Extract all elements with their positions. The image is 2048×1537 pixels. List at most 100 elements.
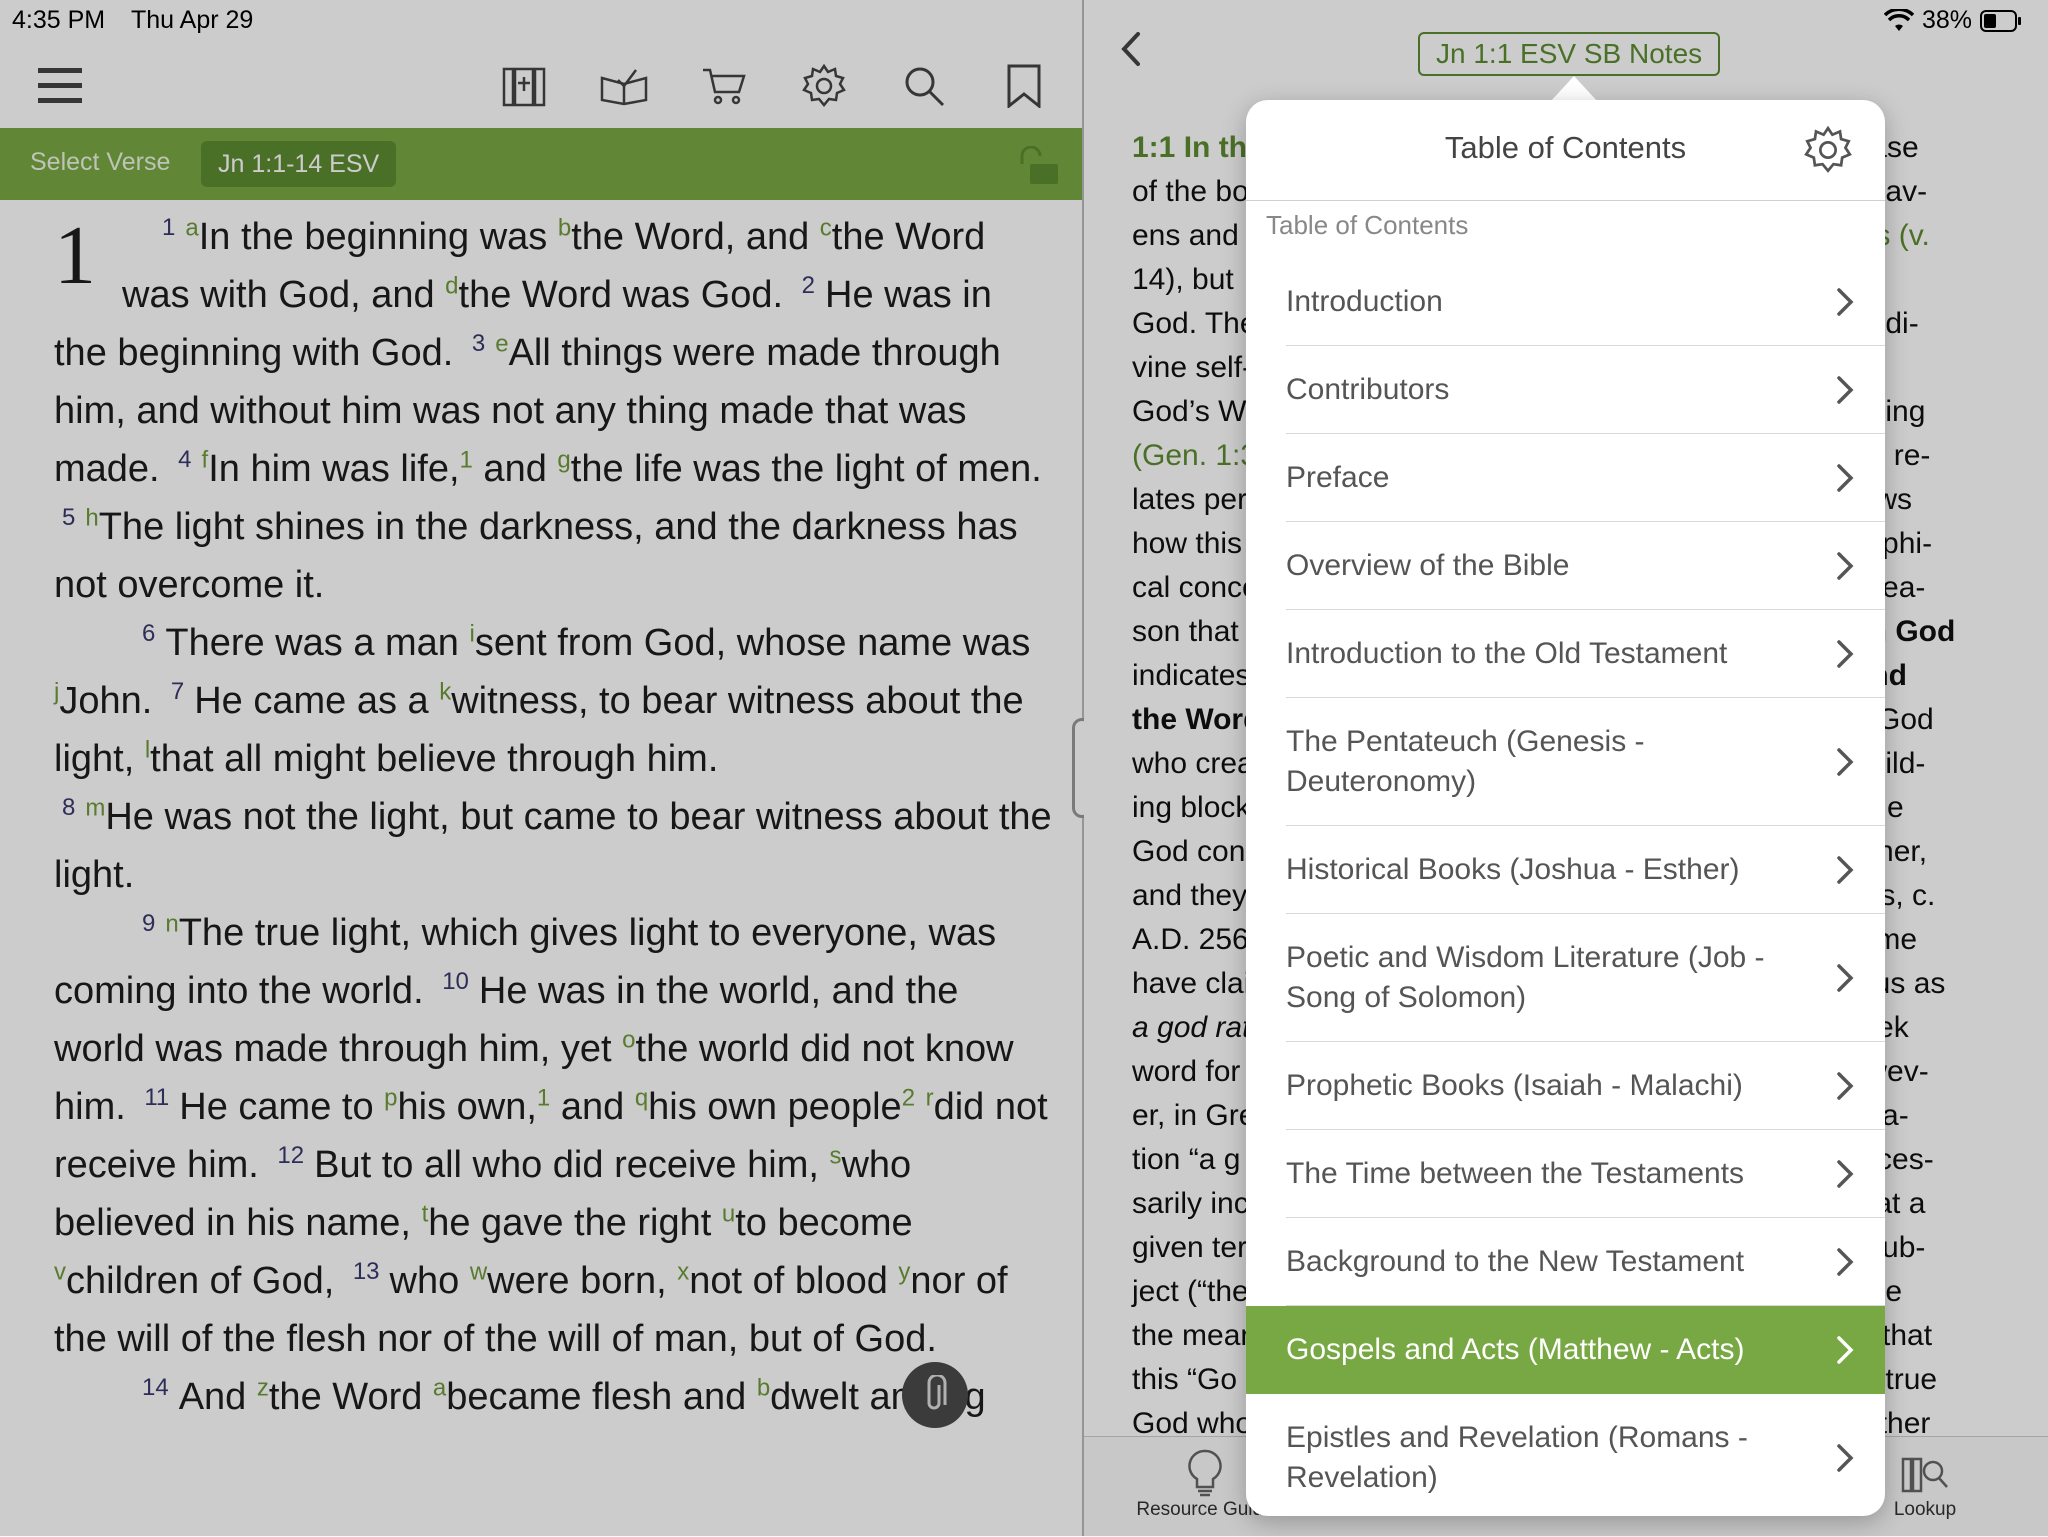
verse-number[interactable]: 6 [142,620,155,647]
reading-plan-icon[interactable] [596,58,652,114]
notes-line-left: God’s Wo [1132,395,1263,428]
cross-reference-marker[interactable]: q [635,1084,648,1111]
popover-settings-icon[interactable] [1804,125,1852,179]
settings-icon[interactable] [796,58,852,114]
chapter-number: 1 [54,209,96,302]
bookmark-icon[interactable] [996,58,1052,114]
cross-reference-marker[interactable]: y [898,1258,910,1285]
cart-icon[interactable] [696,58,752,114]
toc-item[interactable]: Poetic and Wisdom Literature (Job - Song… [1286,914,1885,1042]
floating-attach-button[interactable] [902,1362,968,1428]
section-header: Table of Contents [1266,210,1469,240]
toc-item[interactable]: Background to the New Testament [1286,1218,1885,1306]
search-icon[interactable] [896,58,952,114]
toc-item[interactable]: Introduction [1286,258,1885,346]
library-icon[interactable] [496,58,552,114]
notes-line-left: tion “a g [1132,1143,1241,1176]
toc-item-label: Preface [1286,460,1390,494]
verse-number[interactable]: 8 [62,794,75,821]
cross-reference-marker[interactable]: 1 [460,446,473,473]
toc-item-label: Prophetic Books (Isaiah - Malachi) [1286,1068,1743,1102]
verse-text: He came as a [194,680,440,722]
verse-number[interactable]: 2 [802,272,815,299]
toc-item-label: The Time between the Testaments [1286,1156,1745,1190]
cross-reference-marker[interactable]: a [433,1374,446,1401]
cross-reference-marker[interactable]: a [185,214,198,241]
notes-line-left: lates per [1132,483,1248,516]
cross-reference-marker[interactable]: z [257,1374,269,1401]
cross-reference-marker[interactable]: k [439,678,451,705]
verse-text [915,1086,926,1128]
status-bar: 4:35 PM Thu Apr 29 38% [0,0,2048,40]
verse-number[interactable]: 1 [162,214,175,241]
cross-reference-marker[interactable]: c [820,214,832,241]
toc-item[interactable]: Epistles and Revelation (Romans - Revela… [1286,1394,1885,1516]
toc-item[interactable]: Overview of the Bible [1286,522,1885,610]
cross-reference-marker[interactable]: d [445,272,458,299]
toc-item[interactable]: Historical Books (Joshua - Esther) [1286,826,1885,914]
verse-number[interactable]: 11 [144,1084,169,1111]
paperclip-icon [927,1375,947,1410]
cross-reference-marker[interactable]: u [722,1200,735,1227]
notes-line-left: the Word [1132,703,1262,736]
toc-item[interactable]: Gospels and Acts (Matthew - Acts) [1246,1306,1885,1394]
cross-reference-marker[interactable]: g [557,446,570,473]
verse-number[interactable]: 9 [142,910,155,937]
toc-item[interactable]: Prophetic Books (Isaiah - Malachi) [1286,1042,1885,1130]
chevron-right-icon [1837,747,1854,776]
chevron-right-icon [1837,287,1854,316]
verse-number[interactable]: 12 [277,1142,304,1169]
verse-number[interactable]: 14 [142,1374,169,1401]
verse-number[interactable]: 10 [442,968,469,995]
verse-number[interactable]: 7 [171,678,184,705]
notes-line-left: vine self- [1132,351,1253,384]
verse-text: who [389,1260,470,1302]
toc-item[interactable]: Introduction to the Old Testament [1286,610,1885,698]
notes-line-left: a god rat [1132,1011,1251,1044]
unlock-icon[interactable] [1014,145,1062,191]
select-verse-button[interactable]: Select Verse [30,148,170,177]
verse-text: And [178,1376,257,1418]
notes-line-left: how this [1132,527,1243,560]
cross-reference-marker[interactable]: 1 [537,1084,550,1111]
verse-text: and [550,1086,635,1128]
verse-number[interactable]: 5 [62,504,75,531]
popover-title: Table of Contents [1444,130,1687,165]
cross-reference-marker[interactable]: w [470,1258,487,1285]
notes-line-left: 14), but [1132,263,1234,296]
lookup-icon [1901,1457,1948,1493]
cross-reference-marker[interactable]: m [85,794,105,821]
cross-reference-marker[interactable]: b [757,1374,770,1401]
verse-text: that all might believe through him. [150,738,719,780]
toc-item[interactable]: The Pentateuch (Genesis - Deuteronomy) [1286,698,1885,826]
notes-line-left: ject (“the [1132,1275,1249,1308]
toc-item-label: Introduction [1286,284,1443,318]
cross-reference-marker[interactable]: x [677,1258,689,1285]
verse-number[interactable]: 4 [178,446,191,473]
verse-text: children of God, [66,1260,345,1302]
verse-text: became flesh and [446,1376,757,1418]
cross-reference-marker[interactable]: r [926,1084,934,1111]
toc-item[interactable]: The Time between the Testaments [1286,1130,1885,1218]
cross-reference-marker[interactable]: 2 [902,1084,915,1111]
cross-reference-marker[interactable]: h [85,504,98,531]
menu-icon[interactable] [32,58,88,114]
cross-reference-marker[interactable]: v [54,1258,66,1285]
verse-number[interactable]: 13 [353,1258,380,1285]
toc-item-label: Gospels and Acts (Matthew - Acts) [1286,1333,1745,1366]
reference-button[interactable]: Jn 1:1-14 ESV [201,141,397,187]
verse-text: not of blood [689,1260,899,1302]
chevron-right-icon [1837,963,1854,992]
cross-reference-marker[interactable]: p [384,1084,397,1111]
verse-text: were born, [487,1260,678,1302]
toc-item[interactable]: Preface [1286,434,1885,522]
verse-text: to become [735,1202,913,1244]
cross-reference-marker[interactable]: n [165,910,178,937]
cross-reference-marker[interactable]: o [622,1026,635,1053]
cross-reference-marker[interactable]: s [829,1142,841,1169]
cross-reference-marker[interactable]: b [558,214,571,241]
toc-item[interactable]: Contributors [1286,346,1885,434]
cross-reference-marker[interactable]: e [495,330,508,357]
verse-number[interactable]: 3 [472,330,485,357]
notes-line-left: cal conce [1132,571,1259,604]
